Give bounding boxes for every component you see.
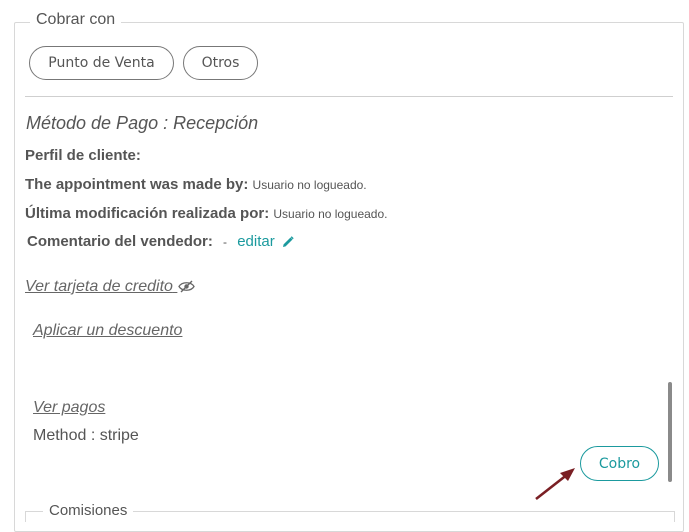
comment-value: - bbox=[223, 235, 228, 249]
pencil-icon bbox=[282, 236, 294, 248]
edit-comment-link[interactable]: editar bbox=[237, 233, 294, 250]
payment-method-title: Método de Pago : Recepción bbox=[26, 113, 259, 133]
cobro-button[interactable]: Cobro bbox=[580, 446, 659, 481]
otros-button[interactable]: Otros bbox=[183, 46, 258, 80]
modified-label: Última modificación realizada por: bbox=[25, 205, 270, 222]
ver-tarjeta-link[interactable]: Ver tarjeta de credito bbox=[25, 278, 196, 296]
perfil-cliente-label: Perfil de cliente: bbox=[25, 147, 141, 164]
payment-legend: Cobrar con bbox=[30, 11, 122, 29]
modified-value: Usuario no logueado. bbox=[273, 207, 388, 221]
divider bbox=[25, 96, 673, 97]
comisiones-legend: Comisiones bbox=[43, 502, 134, 519]
scrollbar[interactable] bbox=[668, 382, 672, 482]
appointment-value: Usuario no logueado. bbox=[252, 178, 367, 192]
edit-link-label: editar bbox=[237, 233, 275, 250]
eye-slash-icon bbox=[178, 280, 196, 293]
perfil-cliente-row: Perfil de cliente: bbox=[25, 147, 141, 164]
ver-tarjeta-label: Ver tarjeta de credito bbox=[25, 278, 173, 295]
comment-label: Comentario del vendedor: bbox=[27, 233, 213, 250]
appointment-row: The appointment was made by: Usuario no … bbox=[25, 176, 367, 193]
annotation-arrow-icon bbox=[535, 468, 575, 501]
comment-row: Comentario del vendedor: - editar bbox=[27, 233, 294, 250]
ver-pagos-link[interactable]: Ver pagos bbox=[33, 399, 105, 417]
aplicar-descuento-link[interactable]: Aplicar un descuento bbox=[33, 322, 182, 340]
modified-row: Última modificación realizada por: Usuar… bbox=[25, 205, 387, 222]
appointment-label: The appointment was made by: bbox=[25, 176, 249, 193]
punto-de-venta-button[interactable]: Punto de Venta bbox=[29, 46, 174, 80]
payment-method-text: Method : stripe bbox=[33, 427, 139, 444]
